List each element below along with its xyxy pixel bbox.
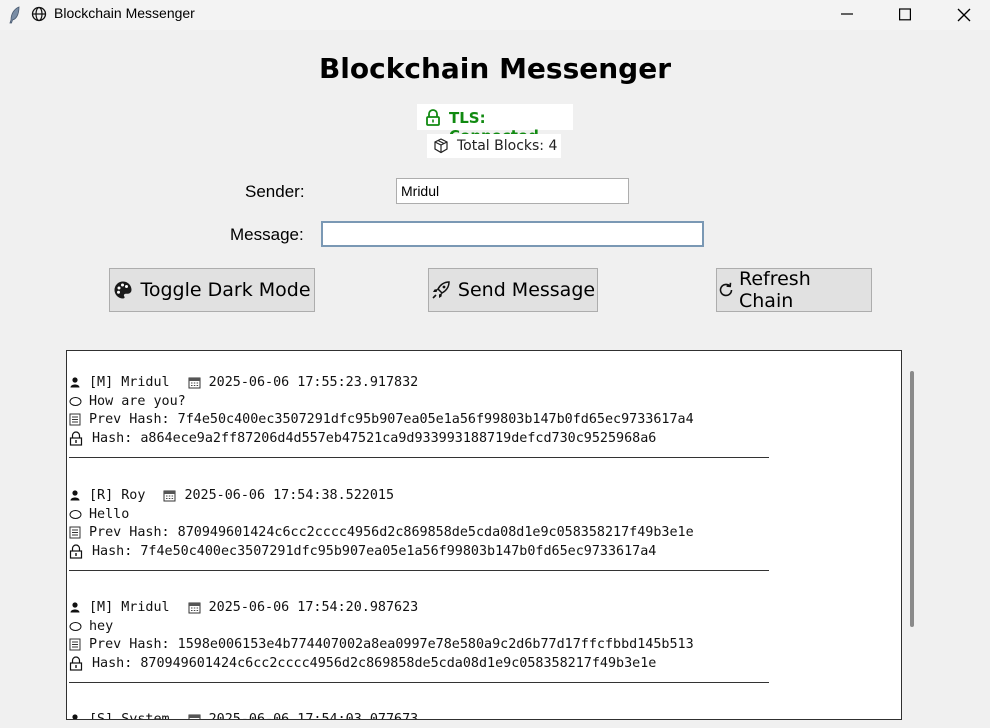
padlock-icon [69,656,83,671]
block-hash-line: Hash: 870949601424c6cc2cccc4956d2c869858… [69,654,769,673]
block-timestamp: 2025-06-06 17:54:38.522015 [184,487,395,503]
close-button[interactable] [940,0,986,30]
block-prev-hash: Prev Hash: 870949601424c6cc2cccc4956d2c8… [89,525,694,541]
cube-icon [434,138,448,154]
window-title: Blockchain Messenger [54,5,195,21]
person-icon [70,377,80,388]
minimize-button[interactable] [824,0,870,30]
speech-bubble-icon [69,397,82,407]
block-sender: [M] Mridul [89,374,170,390]
block-sender-line: [M] Mridul 2025-06-06 17:55:23.917832 [69,373,769,392]
block-prev-hash-line: Prev Hash: 1598e006153e4b774407002a8ea09… [69,636,769,655]
receipt-icon [69,526,81,539]
block-message: Hello [89,506,130,522]
send-message-button[interactable]: Send Message [428,268,598,312]
chain-block: [M] Mridul 2025-06-06 17:55:23.917832 Ho… [69,373,769,448]
refresh-chain-label: Refresh Chain [739,268,811,312]
speech-bubble-icon [69,510,82,520]
block-message: hey [89,618,114,634]
block-sender: [M] Mridul [89,599,170,615]
block-message: How are you? [89,393,186,409]
person-icon [70,490,80,501]
refresh-chain-button[interactable]: Refresh Chain [716,268,872,312]
sender-label: Sender: [245,182,305,201]
person-icon [72,714,78,719]
globe-icon [31,6,47,22]
sender-input[interactable] [396,178,629,204]
block-sender: [R] Roy [89,487,146,503]
block-message-line: Hello [69,505,769,524]
calendar-icon [188,602,201,614]
window-titlebar: Blockchain Messenger [0,0,990,30]
block-timestamp: 2025-06-06 17:54:03.077673 [208,711,419,720]
block-separator [69,682,769,683]
calendar-icon [163,490,176,502]
block-hash-line: Hash: a864ece9a2ff87206d4d557eb47521ca9d… [69,429,769,448]
block-hash-line: Hash: 7f4e50c400ec3507291dfc95b907ea05e1… [69,542,769,561]
block-hash: Hash: a864ece9a2ff87206d4d557eb47521ca9d… [92,431,657,447]
block-message-line: hey [69,617,769,636]
block-sender-line: [S] System 2025-06-06 17:54:03.077673 [69,710,769,720]
feather-icon [9,6,20,24]
maximize-button[interactable] [882,0,928,30]
block-separator [69,457,769,458]
block-hash: Hash: 7f4e50c400ec3507291dfc95b907ea05e1… [92,544,657,560]
chain-block: [M] Mridul 2025-06-06 17:54:20.987623 he… [69,598,769,673]
total-blocks-text: Total Blocks: 4 [457,138,558,154]
chain-block: [R] Roy 2025-06-06 17:54:38.522015 Hello… [69,486,769,561]
refresh-icon [719,282,733,297]
close-icon [957,8,971,22]
block-prev-hash-line: Prev Hash: 870949601424c6cc2cccc4956d2c8… [69,524,769,543]
padlock-icon [69,544,83,559]
person-icon [70,602,80,613]
block-prev-hash: Prev Hash: 1598e006153e4b774407002a8ea09… [89,637,694,653]
block-separator [69,570,769,571]
block-prev-hash: Prev Hash: 7f4e50c400ec3507291dfc95b907e… [89,412,694,428]
total-blocks-badge: Total Blocks: 4 [427,134,561,158]
block-prev-hash-line: Prev Hash: 7f4e50c400ec3507291dfc95b907e… [69,411,769,430]
send-message-label: Send Message [457,279,596,301]
receipt-icon [69,638,81,651]
chain-block: [S] System 2025-06-06 17:54:03.077673 [69,710,769,720]
block-message-line: How are you? [69,392,769,411]
block-timestamp: 2025-06-06 17:54:20.987623 [208,599,419,615]
padlock-icon [69,431,83,446]
tls-status-badge: TLS: Connected [417,104,573,145]
block-sender-line: [R] Roy 2025-06-06 17:54:38.522015 [69,486,769,505]
block-sender: [S] System [89,711,170,720]
lock-icon [426,109,440,126]
page-title: Blockchain Messenger [318,52,672,85]
message-label: Message: [230,225,304,244]
speech-bubble-icon [69,622,82,632]
calendar-icon [188,377,201,389]
calendar-icon [188,714,201,719]
rocket-icon [432,281,450,299]
toggle-dark-mode-button[interactable]: Toggle Dark Mode [109,268,315,312]
block-hash: Hash: 870949601424c6cc2cccc4956d2c869858… [92,656,657,672]
block-timestamp: 2025-06-06 17:55:23.917832 [208,374,419,390]
message-input[interactable] [321,221,704,247]
chain-scrollbar-thumb[interactable] [910,371,914,627]
block-sender-line: [M] Mridul 2025-06-06 17:54:20.987623 [69,598,769,617]
chain-display[interactable]: [M] Mridul 2025-06-06 17:55:23.917832 Ho… [66,350,902,720]
receipt-icon [69,413,81,426]
maximize-icon [899,8,911,21]
minimize-icon [841,13,853,15]
toggle-dark-mode-label: Toggle Dark Mode [140,279,311,301]
palette-icon [114,281,132,299]
